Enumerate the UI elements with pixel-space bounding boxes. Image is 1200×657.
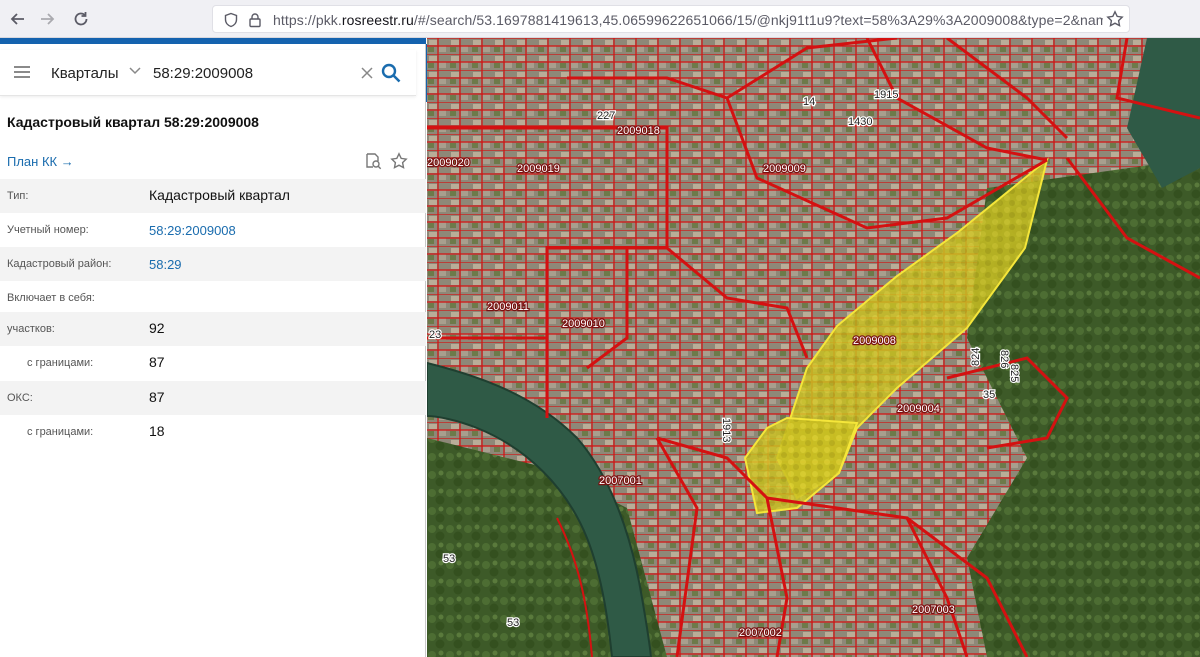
reload-icon <box>74 12 88 26</box>
menu-icon[interactable] <box>14 66 30 78</box>
label-1915: 1915 <box>874 89 898 101</box>
search-box: Кварталы <box>0 50 416 96</box>
info-value: 87 <box>149 389 165 405</box>
info-label: участков: <box>7 323 55 335</box>
info-value: 18 <box>149 423 165 439</box>
info-row-type: Тип: Кадастровый квартал <box>0 179 426 213</box>
info-label: с границами: <box>27 357 94 369</box>
back-arrow-icon <box>10 13 24 25</box>
search-icon[interactable] <box>380 62 402 84</box>
search-type-select[interactable]: Кварталы <box>51 65 118 82</box>
forward-arrow-icon <box>41 13 55 25</box>
info-value-link[interactable]: 58:29:2009008 <box>149 223 236 238</box>
forward-button[interactable] <box>35 7 59 31</box>
arrow-right-icon: → <box>60 154 74 169</box>
label-2009008: 2009008 <box>853 335 896 347</box>
info-row-oks-bounded: с границами: 18 <box>0 415 426 449</box>
star-outline-icon <box>1106 10 1124 27</box>
info-value: 92 <box>149 320 165 336</box>
label-2009009: 2009009 <box>763 163 806 175</box>
bookmark-star-button[interactable] <box>1103 7 1127 31</box>
reload-button[interactable] <box>69 7 93 31</box>
info-row-district: Кадастровый район: 58:29 <box>0 247 426 281</box>
label-53-south: 53 <box>507 617 519 629</box>
label-2007001: 2007001 <box>599 475 642 487</box>
label-2009018: 2009018 <box>617 125 660 137</box>
plan-link-label[interactable]: План КК <box>7 154 57 169</box>
address-bar[interactable]: https://pkk.rosreestr.ru/#/search/53.169… <box>212 5 1130 33</box>
label-35: 35 <box>983 389 995 401</box>
plan-link[interactable]: План КК → <box>7 154 74 169</box>
info-row-number: Учетный номер: 58:29:2009008 <box>0 213 426 247</box>
label-1913: 1913 <box>720 418 732 442</box>
info-label: Включает в себя: <box>7 292 95 304</box>
label-2009019: 2009019 <box>517 163 560 175</box>
shield-icon[interactable] <box>223 12 239 28</box>
back-button[interactable] <box>6 7 30 31</box>
info-row-plots: участков: 92 <box>0 312 426 346</box>
label-2009011: 2009011 <box>487 301 529 313</box>
label-2007002: 2007002 <box>739 627 782 639</box>
label-23: 23 <box>429 329 441 341</box>
info-row-includes: Включает в себя: <box>0 281 426 315</box>
label-1430: 1430 <box>848 116 872 128</box>
favorite-star-icon[interactable] <box>390 152 408 170</box>
url-prefix: https://pkk. <box>273 12 342 28</box>
label-2009010: 2009010 <box>562 318 605 330</box>
card-title: Кадастровый квартал 58:29:2009008 <box>7 114 259 130</box>
close-icon[interactable] <box>358 64 376 82</box>
search-input[interactable] <box>153 60 353 86</box>
info-row-plots-bounded: с границами: 87 <box>0 346 426 380</box>
info-value: 87 <box>149 354 165 370</box>
label-2007003: 2007003 <box>912 604 955 616</box>
label-227: 227 <box>597 110 615 122</box>
info-label: Учетный номер: <box>7 224 89 236</box>
url-text: https://pkk.rosreestr.ru/#/search/53.169… <box>273 12 1103 28</box>
label-825: 825 <box>1008 364 1020 382</box>
info-row-oks: ОКС: 87 <box>0 381 426 415</box>
label-2009020: 2009020 <box>427 157 470 169</box>
label-53-west: 53 <box>443 553 455 565</box>
label-14: 14 <box>803 96 815 108</box>
info-label: Тип: <box>7 190 29 202</box>
chevron-down-icon[interactable] <box>128 63 142 77</box>
lock-icon[interactable] <box>247 12 263 28</box>
info-panel: Кварталы Кадастровый квартал 58:29:20090… <box>0 38 426 657</box>
browser-toolbar: https://pkk.rosreestr.ru/#/search/53.169… <box>0 0 1200 38</box>
info-label: с границами: <box>27 426 94 438</box>
map-canvas[interactable]: 2009018 2009020 2009019 2009009 2009011 … <box>427 38 1200 657</box>
info-label: ОКС: <box>7 392 33 404</box>
label-2009004: 2009004 <box>897 403 940 415</box>
zoom-to-object-icon[interactable] <box>364 152 382 170</box>
url-domain: rosreestr.ru <box>341 12 414 28</box>
info-value-link[interactable]: 58:29 <box>149 257 182 272</box>
info-value: Кадастровый квартал <box>149 187 290 203</box>
url-path: /#/search/53.1697881419613,45.0659962265… <box>413 12 1103 28</box>
panel-top-strip <box>0 38 426 44</box>
info-label: Кадастровый район: <box>7 258 112 270</box>
label-824: 824 <box>970 348 982 366</box>
cadastral-map[interactable]: 2009018 2009020 2009019 2009009 2009011 … <box>427 38 1200 657</box>
